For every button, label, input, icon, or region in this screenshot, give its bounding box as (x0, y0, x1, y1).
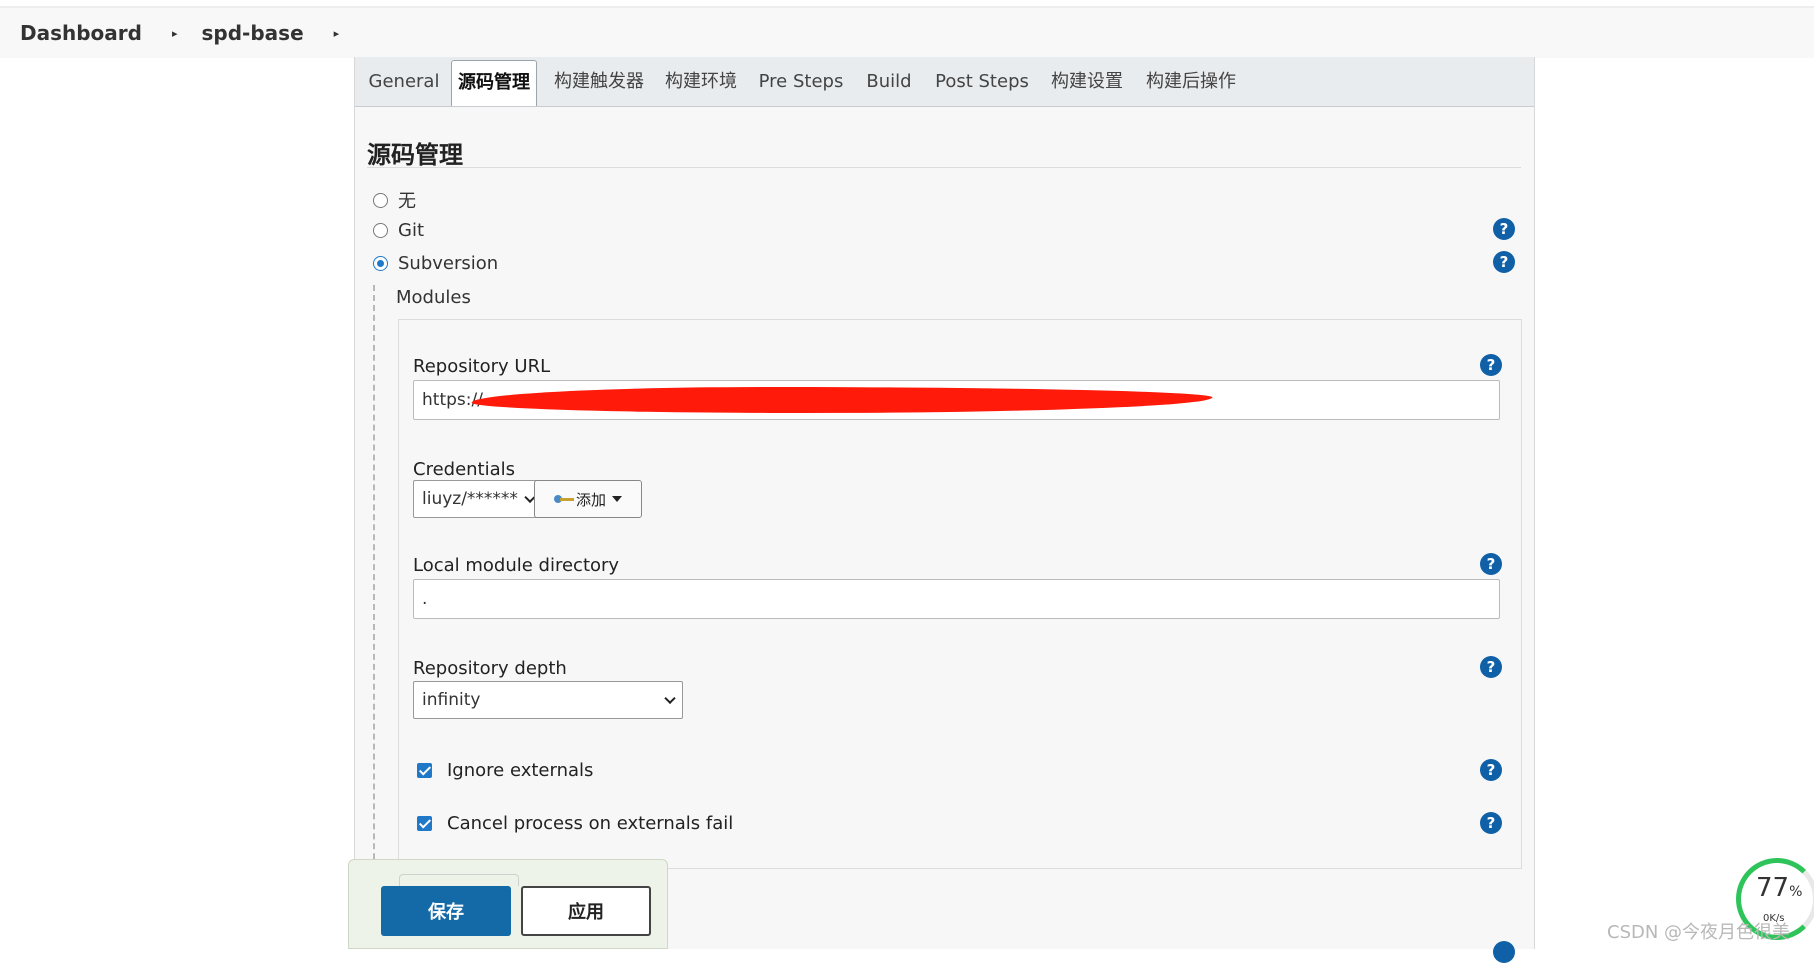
help-icon[interactable]: ? (1480, 354, 1502, 376)
help-icon[interactable]: ? (1493, 251, 1515, 273)
add-credentials-label: 添加 (575, 490, 606, 509)
tab-general[interactable]: General (365, 60, 443, 106)
gauge-percent: 77% (1756, 873, 1803, 903)
cancel-process-checkbox[interactable] (417, 816, 432, 831)
module-entry: Repository URL ? https:// Credentials li… (398, 319, 1522, 869)
scm-option-subversion[interactable]: Subversion (373, 253, 498, 274)
help-icon[interactable]: ? (1480, 812, 1502, 834)
breadcrumb-chevron-icon[interactable]: ▸ (334, 27, 340, 40)
repository-url-input[interactable]: https:// (413, 380, 1500, 420)
watermark: CSDN @今夜月色很美 (1607, 922, 1791, 943)
tab-post-build[interactable]: 构建后操作 (1139, 60, 1243, 106)
section-title: 源码管理 (367, 141, 463, 169)
repository-depth-value: infinity (422, 690, 481, 710)
save-button[interactable]: 保存 (381, 886, 511, 936)
local-module-input[interactable]: . (413, 579, 1500, 619)
breadcrumb-dashboard[interactable]: Dashboard (20, 21, 142, 45)
credentials-value: liuyz/****** (422, 489, 518, 509)
scm-option-git-label: Git (398, 220, 425, 241)
tab-build-triggers[interactable]: 构建触发器 (547, 60, 651, 106)
config-panel: General 源码管理 构建触发器 构建环境 Pre Steps Build … (354, 57, 1535, 963)
repository-url-label: Repository URL (413, 356, 551, 377)
scm-option-none-label: 无 (398, 191, 416, 212)
radio-git[interactable] (373, 223, 388, 238)
apply-button[interactable]: 应用 (521, 886, 651, 936)
ignore-externals-option[interactable]: Ignore externals (417, 760, 593, 781)
scm-option-none[interactable]: 无 (373, 187, 416, 213)
repository-depth-label: Repository depth (413, 658, 567, 679)
nesting-guide (373, 285, 375, 949)
chevron-down-icon (664, 692, 676, 705)
radio-subversion[interactable] (373, 256, 388, 271)
cancel-process-option[interactable]: Cancel process on externals fail (417, 813, 733, 834)
modules-label: Modules (396, 287, 471, 308)
credentials-label: Credentials (413, 459, 516, 480)
config-tabbar: General 源码管理 构建触发器 构建环境 Pre Steps Build … (355, 57, 1534, 107)
breadcrumb-job[interactable]: spd-base (202, 21, 304, 45)
local-module-value: . (422, 589, 428, 609)
tab-build[interactable]: Build (859, 60, 919, 106)
credentials-select[interactable]: liuyz/****** (413, 480, 543, 518)
cancel-process-label: Cancel process on externals fail (447, 813, 734, 834)
add-credentials-button[interactable]: 添加 (534, 480, 642, 518)
help-icon[interactable]: ? (1480, 656, 1502, 678)
tab-build-env[interactable]: 构建环境 (659, 60, 743, 106)
redaction-mark (470, 387, 1214, 413)
hidden-control-outline (399, 874, 519, 886)
help-icon[interactable]: ? (1480, 759, 1502, 781)
tab-build-settings[interactable]: 构建设置 (1045, 60, 1129, 106)
ignore-externals-label: Ignore externals (447, 760, 594, 781)
help-icon[interactable] (1493, 941, 1515, 963)
scm-option-subversion-label: Subversion (398, 253, 499, 274)
radio-none[interactable] (373, 192, 388, 208)
help-icon[interactable]: ? (1480, 553, 1502, 575)
breadcrumb-chevron-icon[interactable]: ▸ (172, 27, 178, 40)
scm-option-git[interactable]: Git (373, 220, 424, 241)
caret-down-icon (612, 496, 622, 502)
breadcrumb: Dashboard ▸ spd-base ▸ (0, 8, 1814, 58)
tab-scm[interactable]: 源码管理 (451, 60, 537, 106)
help-icon[interactable]: ? (1493, 218, 1515, 240)
ignore-externals-checkbox[interactable] (417, 763, 432, 778)
local-module-label: Local module directory (413, 555, 620, 576)
save-bar: 保存 应用 (348, 859, 668, 949)
tab-pre-steps[interactable]: Pre Steps (751, 60, 851, 106)
section-divider (367, 167, 1521, 168)
tab-post-steps[interactable]: Post Steps (927, 60, 1037, 106)
key-icon (553, 493, 574, 505)
repository-depth-select[interactable]: infinity (413, 681, 683, 719)
